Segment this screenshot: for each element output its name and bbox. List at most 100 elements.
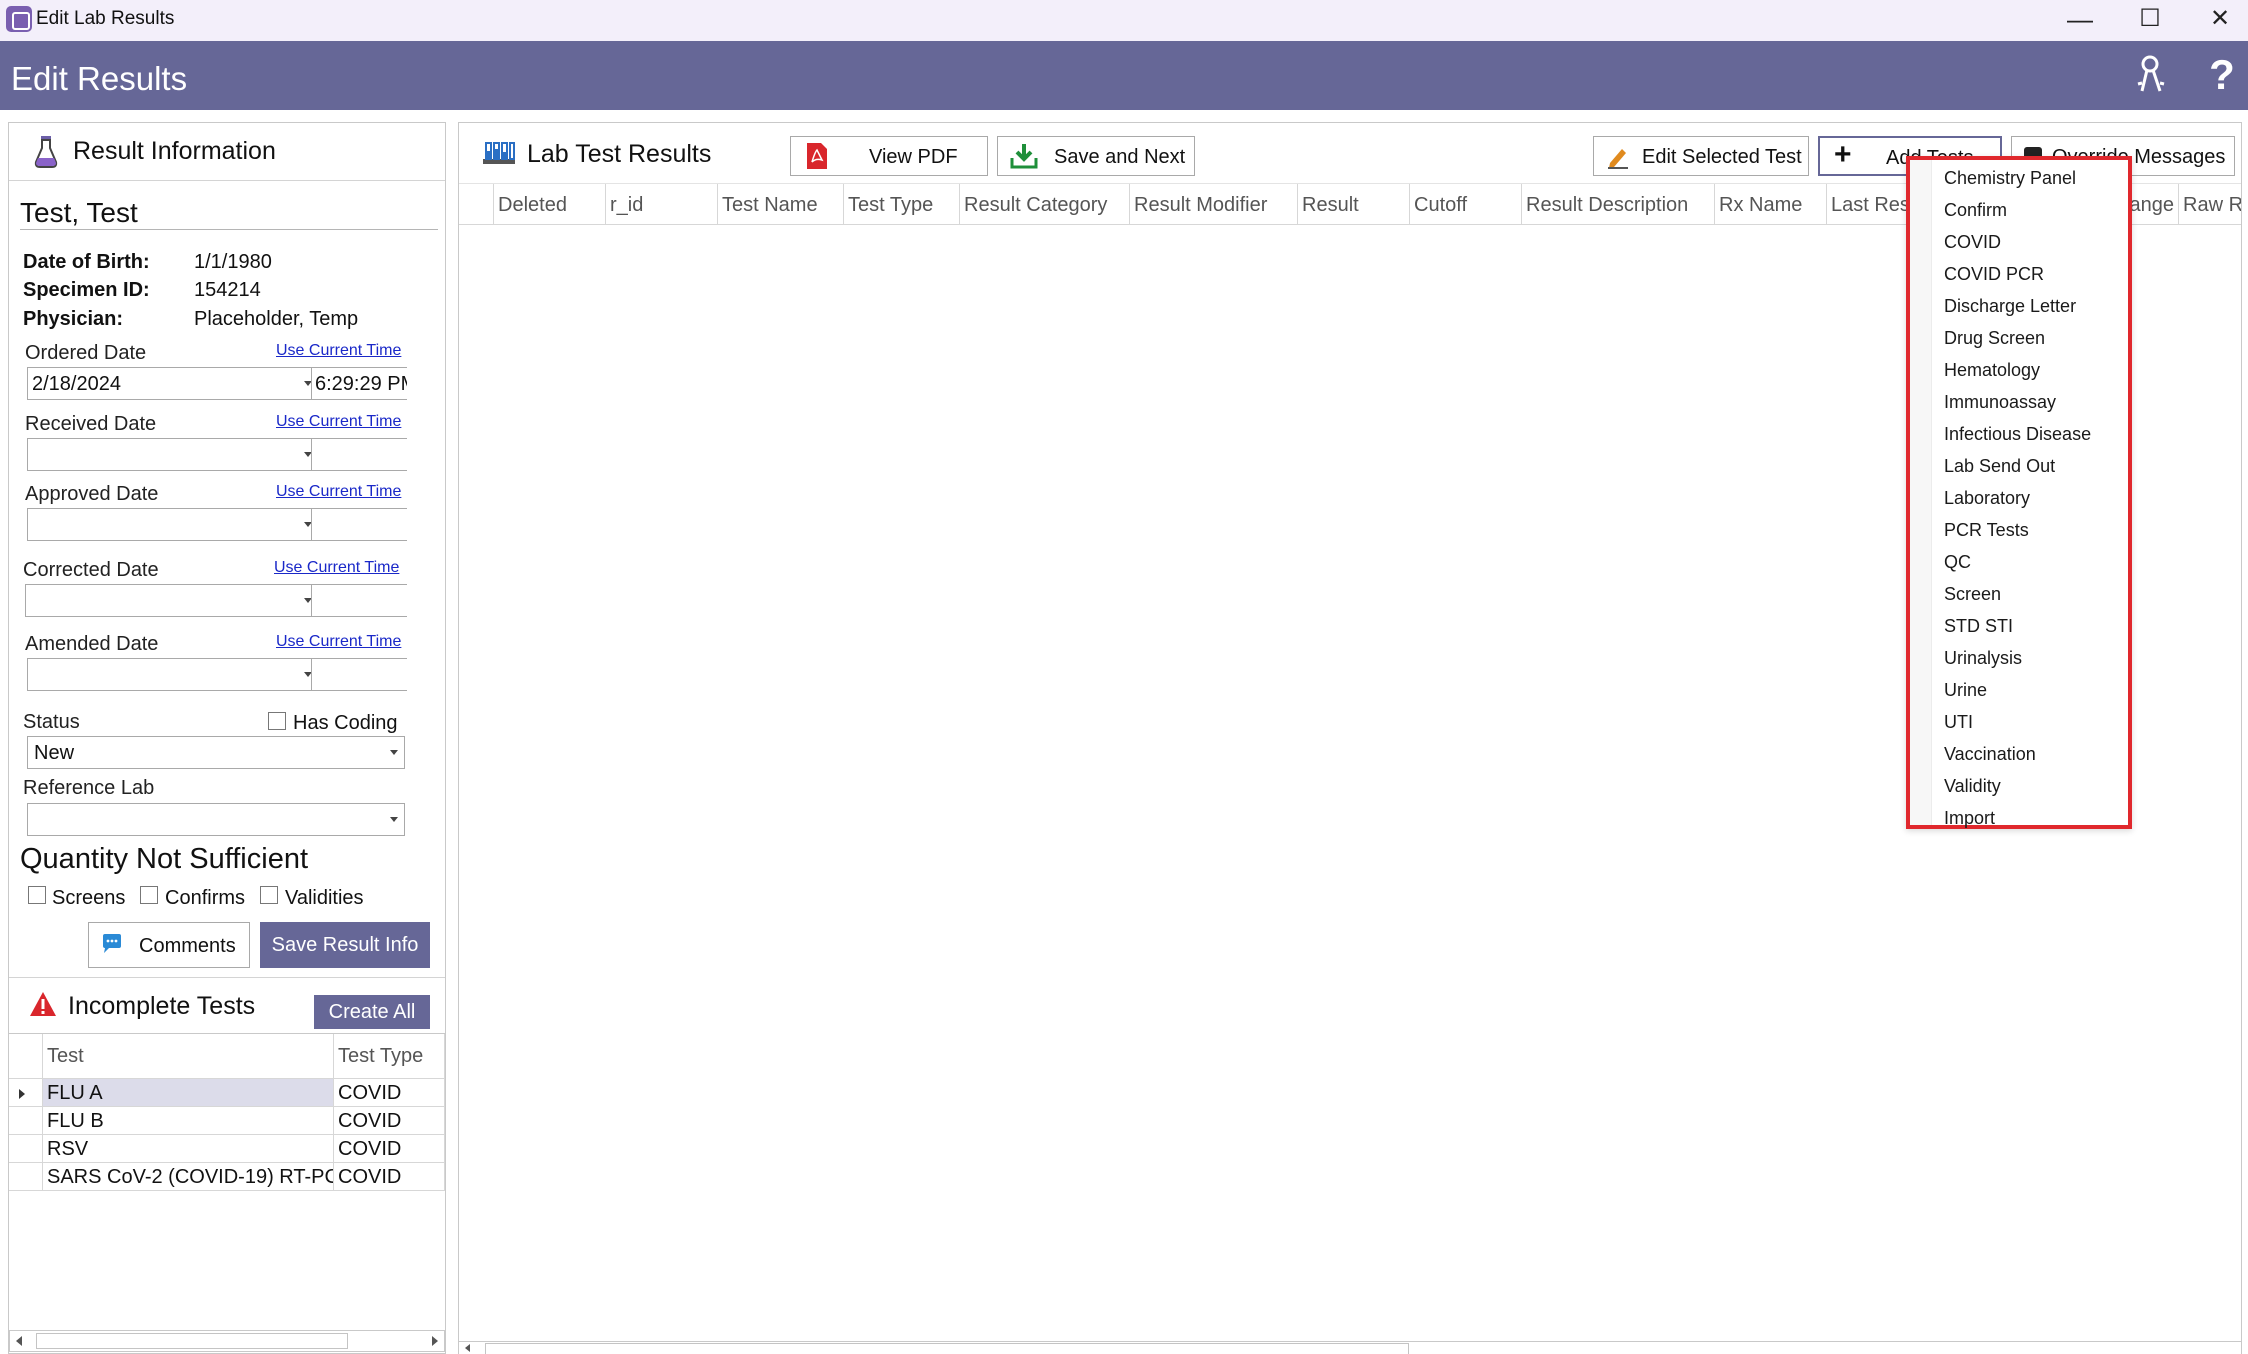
corrected-time-input[interactable] [311,584,407,617]
menu-item-std-sti[interactable]: STD STI [1944,610,2013,642]
reference-lab-select[interactable] [27,803,405,836]
confirms-checkbox[interactable] [140,886,158,904]
approved-time-input[interactable] [311,508,407,541]
menu-item-lab-send-out[interactable]: Lab Send Out [1944,450,2055,482]
amended-time-input[interactable] [311,658,407,691]
scroll-right-icon[interactable] [432,1336,438,1346]
help-icon[interactable]: ? [2200,53,2244,97]
create-all-button[interactable]: Create All [314,995,430,1029]
menu-item-hematology[interactable]: Hematology [1944,354,2040,386]
menu-item-vaccination[interactable]: Vaccination [1944,738,2036,770]
screens-checkbox[interactable] [28,886,46,904]
row-selector-icon[interactable] [9,1079,43,1107]
incomplete-tests-header: Incomplete Tests Create All [9,977,445,1033]
received-date-picker[interactable] [27,438,319,471]
table-cell-test-type[interactable]: COVID [334,1135,445,1163]
validities-checkbox[interactable] [260,886,278,904]
column-header-test-type[interactable]: Test Type [844,184,960,225]
corrected-use-current-time-link[interactable]: Use Current Time [274,559,399,577]
menu-item-discharge-letter[interactable]: Discharge Letter [1944,290,2076,322]
menu-gutter [1910,160,1932,825]
row-selector[interactable] [9,1135,43,1163]
screens-label: Screens [52,887,126,909]
menu-item-drug-screen[interactable]: Drug Screen [1944,322,2045,354]
has-coding-checkbox[interactable] [268,712,286,730]
column-header-result-category[interactable]: Result Category [960,184,1130,225]
menu-item-uti[interactable]: UTI [1944,706,1973,738]
column-header-cutoff[interactable]: Cutoff [1410,184,1522,225]
menu-item-confirm[interactable]: Confirm [1944,194,2007,226]
specimen-value: 154214 [194,279,261,301]
column-header-rx-name[interactable]: Rx Name [1715,184,1827,225]
close-button[interactable]: ✕ [2198,4,2242,34]
menu-item-urinalysis[interactable]: Urinalysis [1944,642,2022,674]
column-header-deleted[interactable]: Deleted [494,184,606,225]
table-cell-test[interactable]: FLU B [43,1107,334,1135]
minimize-button[interactable]: — [2058,4,2102,34]
comments-button[interactable]: Comments [88,922,250,968]
column-header-test-name[interactable]: Test Name [718,184,844,225]
menu-item-screen[interactable]: Screen [1944,578,2001,610]
column-header-result[interactable]: Result [1298,184,1410,225]
table-cell-test-type[interactable]: COVID [334,1079,445,1107]
column-header-r-id[interactable]: r_id [606,184,718,225]
column-header-result-modifier[interactable]: Result Modifier [1130,184,1298,225]
column-header-result-description[interactable]: Result Description [1522,184,1715,225]
validities-label: Validities [285,887,364,909]
ordered-date-picker[interactable]: 2/18/2024 [27,367,319,400]
keys-icon[interactable] [2130,53,2174,97]
comment-icon [103,934,121,953]
table-cell-test[interactable]: SARS CoV-2 (COVID-19) RT-PCR [43,1163,334,1191]
menu-item-qc[interactable]: QC [1944,546,1971,578]
maximize-button[interactable]: ☐ [2128,4,2172,34]
row-selector[interactable] [9,1107,43,1135]
window-titlebar: Edit Lab Results — ☐ ✕ [0,0,2248,41]
table-cell-test-type[interactable]: COVID [334,1107,445,1135]
menu-item-covid-pcr[interactable]: COVID PCR [1944,258,2044,290]
reference-lab-label: Reference Lab [23,777,155,799]
qns-title: Quantity Not Sufficient [20,843,309,875]
table-cell-test[interactable]: RSV [43,1135,334,1163]
scrollbar-thumb[interactable] [485,1343,1409,1354]
received-use-current-time-link[interactable]: Use Current Time [276,413,401,431]
menu-item-laboratory[interactable]: Laboratory [1944,482,2030,514]
approved-date-picker[interactable] [27,508,319,541]
scroll-left-icon[interactable] [16,1336,22,1346]
corrected-date-picker[interactable] [25,584,319,617]
scroll-left-icon[interactable] [465,1344,470,1352]
table-cell-test-type[interactable]: COVID [334,1163,445,1191]
ordered-use-current-time-link[interactable]: Use Current Time [276,342,401,360]
edit-selected-test-button[interactable]: Edit Selected Test [1593,136,1809,176]
table-cell-test[interactable]: FLU A [43,1079,334,1107]
amended-date-picker[interactable] [27,658,319,691]
menu-item-immunoassay[interactable]: Immunoassay [1944,386,2056,418]
menu-item-urine[interactable]: Urine [1944,674,1987,706]
corrected-date-label: Corrected Date [23,559,159,581]
menu-item-infectious-disease[interactable]: Infectious Disease [1944,418,2091,450]
menu-item-covid[interactable]: COVID [1944,226,2001,258]
chevron-down-icon [390,817,398,822]
menu-item-pcr-tests[interactable]: PCR Tests [1944,514,2029,546]
test-tubes-icon [483,142,515,164]
scrollbar-thumb[interactable] [36,1333,348,1349]
save-and-next-button[interactable]: Save and Next [997,136,1195,176]
status-value: New [34,742,75,764]
column-header-raw-result[interactable]: Raw Result [2179,184,2241,225]
approved-use-current-time-link[interactable]: Use Current Time [276,483,401,501]
ordered-time-input[interactable]: 6:29:29 PM [311,367,407,400]
view-pdf-button[interactable]: View PDF [790,136,988,176]
received-time-input[interactable] [311,438,407,471]
menu-item-chemistry-panel[interactable]: Chemistry Panel [1944,162,2076,194]
amended-use-current-time-link[interactable]: Use Current Time [276,633,401,651]
menu-item-validity[interactable]: Validity [1944,770,2001,802]
horizontal-scrollbar[interactable] [9,1330,445,1352]
warning-icon [30,992,56,1016]
menu-item-import[interactable]: Import [1944,802,1995,834]
column-header-test-type[interactable]: Test Type [334,1034,445,1079]
results-horizontal-scrollbar[interactable] [459,1341,2241,1354]
save-result-info-button[interactable]: Save Result Info [260,922,430,968]
status-select[interactable]: New [27,736,405,769]
result-info-title: Result Information [73,137,276,165]
row-selector[interactable] [9,1163,43,1191]
column-header-test[interactable]: Test [43,1034,334,1079]
